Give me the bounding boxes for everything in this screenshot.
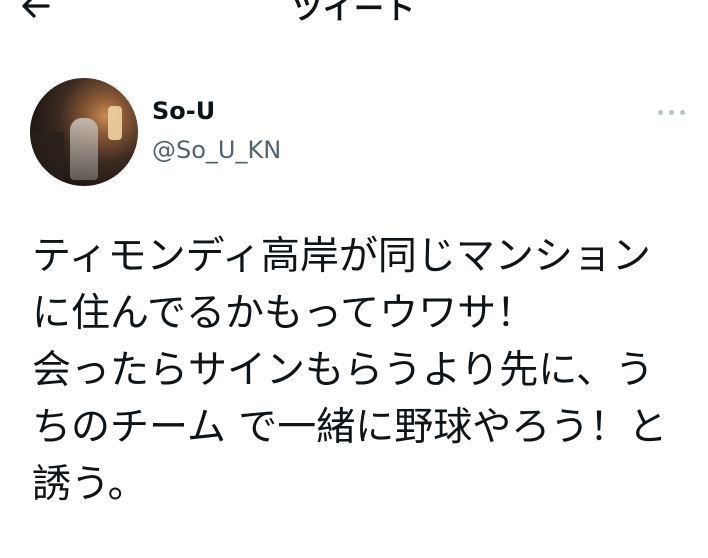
tweet-text: ティモンディ高岸が同じマンションに住んでるかもってウワサ！ 会ったらサインもらう…	[32, 234, 668, 507]
author-handle[interactable]: @So_U_KN	[152, 135, 281, 165]
avatar-photo-figure	[70, 118, 98, 180]
more-options-button[interactable]	[652, 100, 692, 124]
page-title: ツイート	[292, 0, 416, 27]
avatar-photo-lamp	[108, 106, 122, 140]
app-header: ツイート	[0, 0, 708, 40]
author-display-name[interactable]: So-U	[152, 96, 215, 126]
avatar-photo-shelf	[30, 132, 64, 182]
avatar[interactable]	[30, 78, 138, 186]
